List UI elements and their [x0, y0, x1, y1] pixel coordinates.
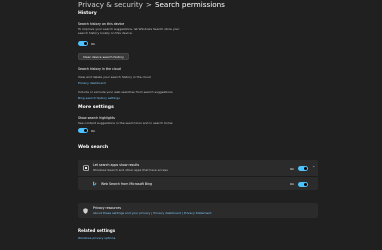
bing-search-label: Web Search from Microsoft Bing [101, 182, 152, 186]
search-apps-label: Let search apps show results [93, 163, 140, 167]
search-apps-icon [83, 165, 89, 171]
toggle-knob [84, 129, 87, 132]
cloud-history-heading: Search history in the cloud [78, 67, 121, 71]
bing-search-state: On [290, 182, 295, 186]
related-settings-heading: Related settings [78, 228, 116, 233]
breadcrumb-parent[interactable]: Privacy & security [78, 0, 143, 9]
highlights-label: Show search highlights [78, 116, 115, 120]
breadcrumb-separator: > [145, 0, 152, 9]
web-search-heading: Web search [78, 145, 109, 150]
highlights-toggle-state: On [91, 128, 96, 133]
card-divider [78, 176, 318, 177]
clear-history-button[interactable]: Clear device search history [78, 53, 129, 60]
search-apps-desc: Windows Search and other apps that have … [93, 168, 168, 172]
include-exclude-desc: Include or exclude your web searches fro… [78, 90, 173, 94]
privacy-resources-title: Privacy resources [93, 206, 122, 210]
toggle-knob [84, 42, 87, 45]
history-heading: History [78, 11, 97, 16]
cloud-history-desc: View and delete your search history in t… [78, 75, 151, 79]
search-history-toggle-state: On [91, 41, 96, 46]
bing-history-link[interactable]: Bing search history settings [78, 96, 120, 100]
bing-icon [93, 181, 97, 186]
highlights-desc: See content suggestions in the search bo… [78, 121, 173, 125]
privacy-dashboard-link[interactable]: Privacy dashboard [78, 81, 106, 85]
toggle-knob [304, 182, 307, 186]
more-settings-heading: More settings [78, 105, 114, 110]
chevron-up-icon[interactable]: ⌃ [312, 165, 315, 170]
windows-privacy-options-link[interactable]: Windows privacy options [78, 236, 115, 240]
search-apps-state: On [290, 166, 295, 171]
page-title: Search permissions [154, 0, 225, 9]
toggle-knob [304, 167, 307, 170]
bing-search-toggle[interactable] [298, 181, 308, 187]
shield-icon [83, 207, 88, 214]
search-history-desc: To improve your search suggestions, let … [78, 27, 180, 35]
breadcrumb: Privacy & security > Search permissions [78, 0, 225, 9]
search-apps-toggle[interactable] [298, 166, 308, 171]
search-history-toggle[interactable] [78, 41, 88, 46]
highlights-toggle[interactable] [78, 128, 88, 133]
search-history-label: Search history on this device [78, 22, 125, 26]
privacy-resources-links[interactable]: About these settings and your privacy | … [93, 211, 211, 215]
